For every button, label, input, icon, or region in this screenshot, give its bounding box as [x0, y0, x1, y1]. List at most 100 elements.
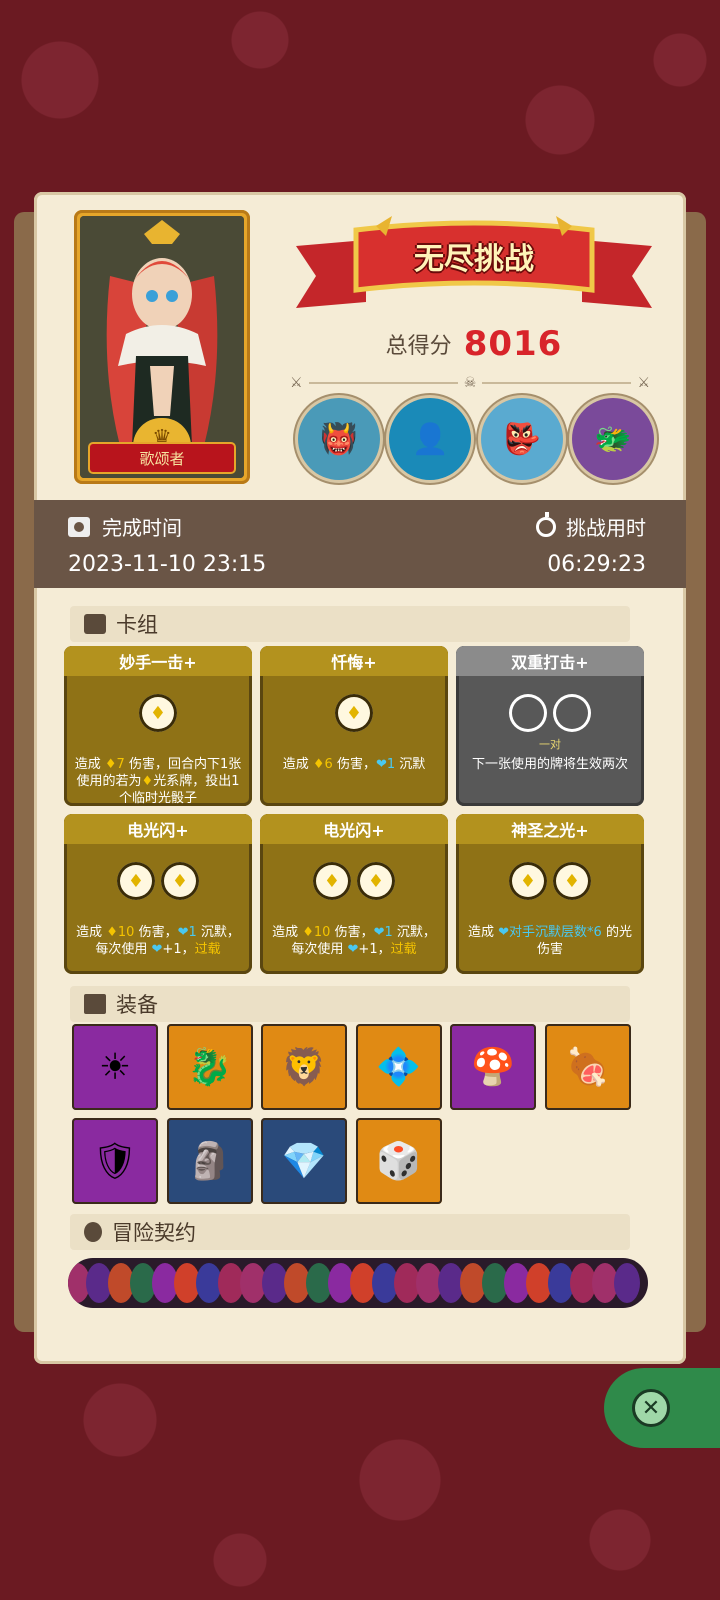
skill-card[interactable]: 双重打击+ 一对 下一张使用的牌将生效两次 — [456, 646, 644, 806]
boss-divider: ⚔ ☠ ⚔ — [290, 372, 650, 394]
card-desc-part: 伤害， — [134, 925, 178, 940]
card-title: 妙手一击+ — [64, 646, 252, 676]
card-desc-part: ♦10 — [302, 925, 331, 940]
person-icon — [84, 1222, 102, 1242]
equipment-slot[interactable]: 💎 — [261, 1118, 347, 1204]
card-desc-part: ❤1 — [177, 925, 197, 940]
time-bar: 完成时间 挑战用时 2023-11-10 23:15 06:29:23 — [34, 500, 686, 588]
card-desc-part: ❤1 — [373, 925, 393, 940]
boss-portrait[interactable]: 👤 — [389, 398, 472, 480]
boss-portrait[interactable]: 👹 — [298, 398, 380, 480]
duration-value: 06:29:23 — [547, 552, 646, 577]
equipment-slot[interactable]: 🐉 — [166, 1024, 253, 1110]
mode-banner: 无尽挑战 — [296, 216, 652, 316]
card-desc-part: 过载 — [194, 942, 221, 957]
dragon-icon: 🐲 — [594, 421, 632, 457]
card-description: 造成 ♦7 伤害，回合内下1张使用的若为♦光系牌，投出1个临时光骰子 — [64, 750, 252, 806]
dice-slot-icon: ♦ — [509, 862, 547, 900]
card-desc-part: ♦7 — [104, 757, 125, 772]
equipment-slot[interactable]: 🍖 — [544, 1024, 631, 1110]
equipment-title: 装备 — [116, 993, 158, 1017]
box-icon — [84, 994, 106, 1014]
stopwatch-icon — [536, 511, 556, 537]
card-title: 双重打击+ — [456, 646, 644, 676]
dice-slots — [456, 694, 644, 734]
equipment-slot[interactable]: 🎲 — [355, 1118, 442, 1204]
card-desc-part: ♦10 — [106, 925, 135, 940]
boss-portrait[interactable]: 🐲 — [571, 398, 654, 480]
card-desc-part: 造成 — [282, 757, 313, 772]
lion-ring-icon: 🦁 — [281, 1047, 327, 1088]
hero-name: 歌颂者 — [90, 444, 234, 472]
dice-slot-icon: ♦ — [139, 694, 177, 732]
cards-icon — [84, 614, 106, 634]
result-panel: ♛ 歌颂者 无尽挑战 总得分 8016 ⚔ ☠ ⚔ 👹 👤 👺 🐲 完成时间 挑… — [34, 192, 686, 1364]
ogre-icon: 👹 — [320, 421, 358, 457]
dice-slot-icon: ♦ — [313, 862, 351, 900]
card-desc-part: 造成 — [272, 925, 303, 940]
dice-slot-icon: ♦ — [357, 862, 395, 900]
card-desc-part: 过载 — [390, 942, 417, 957]
skill-card[interactable]: 电光闪+ ♦ ♦ 造成 ♦10 伤害，❤1 沉默，每次使用 ❤+1，过载 — [64, 814, 252, 974]
card-description: 造成 ♦6 伤害，❤1 沉默 — [260, 750, 448, 773]
card-desc-part: ❤对手沉默层数*6 — [498, 925, 602, 940]
finish-time-header: 完成时间 — [68, 512, 182, 541]
card-title: 神圣之光+ — [456, 814, 644, 844]
hero-portrait: ♛ 歌颂者 — [80, 216, 244, 478]
dice-slots: ♦ — [64, 694, 252, 734]
equipment-section-header: 装备 — [70, 986, 630, 1022]
card-desc-part: 下一张使用的牌将生效两次 — [471, 757, 628, 772]
card-slot-requirement — [456, 904, 644, 918]
hero-card[interactable]: ♛ 歌颂者 — [74, 210, 250, 484]
dice-slot-icon: ♦ — [117, 862, 155, 900]
dragon-mask-icon: 🐉 — [187, 1047, 232, 1088]
card-desc-part: +1， — [162, 942, 195, 957]
dice-slots: ♦ ♦ — [64, 862, 252, 902]
card-desc-part: ♦6 — [312, 757, 333, 772]
mushroom-icon: 🍄 — [470, 1047, 516, 1088]
card-desc-part: 伤害， — [330, 925, 374, 940]
equipment-slot[interactable]: 🦁 — [261, 1024, 347, 1110]
contract-icon — [614, 1263, 640, 1303]
equipment-slot[interactable]: 💠 — [355, 1024, 442, 1110]
card-slot-requirement — [260, 904, 448, 918]
skull-gem-icon: 💠 — [376, 1047, 421, 1088]
deck-title: 卡组 — [116, 613, 158, 637]
dice-slot-icon: ♦ — [335, 694, 373, 732]
deck-section-header: 卡组 — [70, 606, 630, 642]
swords-icon: ⚔ — [290, 375, 303, 391]
skill-card[interactable]: 妙手一击+ ♦ 造成 ♦7 伤害，回合内下1张使用的若为♦光系牌，投出1个临时光骰子 — [64, 646, 252, 806]
finish-time-value: 2023-11-10 23:15 — [68, 552, 267, 577]
dice-slots: ♦ ♦ — [456, 862, 644, 902]
dice-slot-icon: ♦ — [161, 862, 199, 900]
skill-card[interactable]: 电光闪+ ♦ ♦ 造成 ♦10 伤害，❤1 沉默，每次使用 ❤+1，过载 — [260, 814, 448, 974]
defeated-bosses: 👹 👤 👺 🐲 — [298, 398, 654, 482]
score-label: 总得分 — [385, 334, 452, 359]
dice-icon: 🎲 — [376, 1141, 421, 1182]
skill-card[interactable]: 忏悔+ ♦ 造成 ♦6 伤害，❤1 沉默 — [260, 646, 448, 806]
close-button[interactable]: ✕ — [604, 1368, 720, 1448]
card-desc-part: 伤害， — [332, 757, 376, 772]
film-icon — [68, 516, 90, 537]
card-desc-part: ❤ — [347, 942, 359, 957]
score-row: 总得分 8016 — [334, 324, 614, 364]
card-desc-part: 造成 — [468, 925, 499, 940]
divider-line — [482, 382, 632, 384]
armor-icon: 🛡 — [92, 1141, 138, 1182]
card-title: 电光闪+ — [260, 814, 448, 844]
finish-time-label: 完成时间 — [102, 516, 182, 540]
dice-slot-icon: ♦ — [553, 862, 591, 900]
crystal-icon: 💎 — [281, 1141, 327, 1182]
boss-portrait[interactable]: 👺 — [480, 398, 563, 480]
skill-card[interactable]: 神圣之光+ ♦ ♦ 造成 ❤对手沉默层数*6 的光伤害 — [456, 814, 644, 974]
equipment-slot[interactable]: 🛡 — [72, 1118, 158, 1204]
contracts-strip[interactable] — [68, 1258, 648, 1308]
equipment-slot[interactable]: 🍄 — [450, 1024, 536, 1110]
equipment-slot[interactable]: 🗿 — [166, 1118, 253, 1204]
close-icon: ✕ — [632, 1389, 670, 1427]
card-title: 电光闪+ — [64, 814, 252, 844]
equipment-slot[interactable]: ☀ — [72, 1024, 158, 1110]
mode-title: 无尽挑战 — [414, 242, 534, 277]
card-desc-part: +1， — [358, 942, 391, 957]
card-description: 下一张使用的牌将生效两次 — [456, 750, 644, 773]
